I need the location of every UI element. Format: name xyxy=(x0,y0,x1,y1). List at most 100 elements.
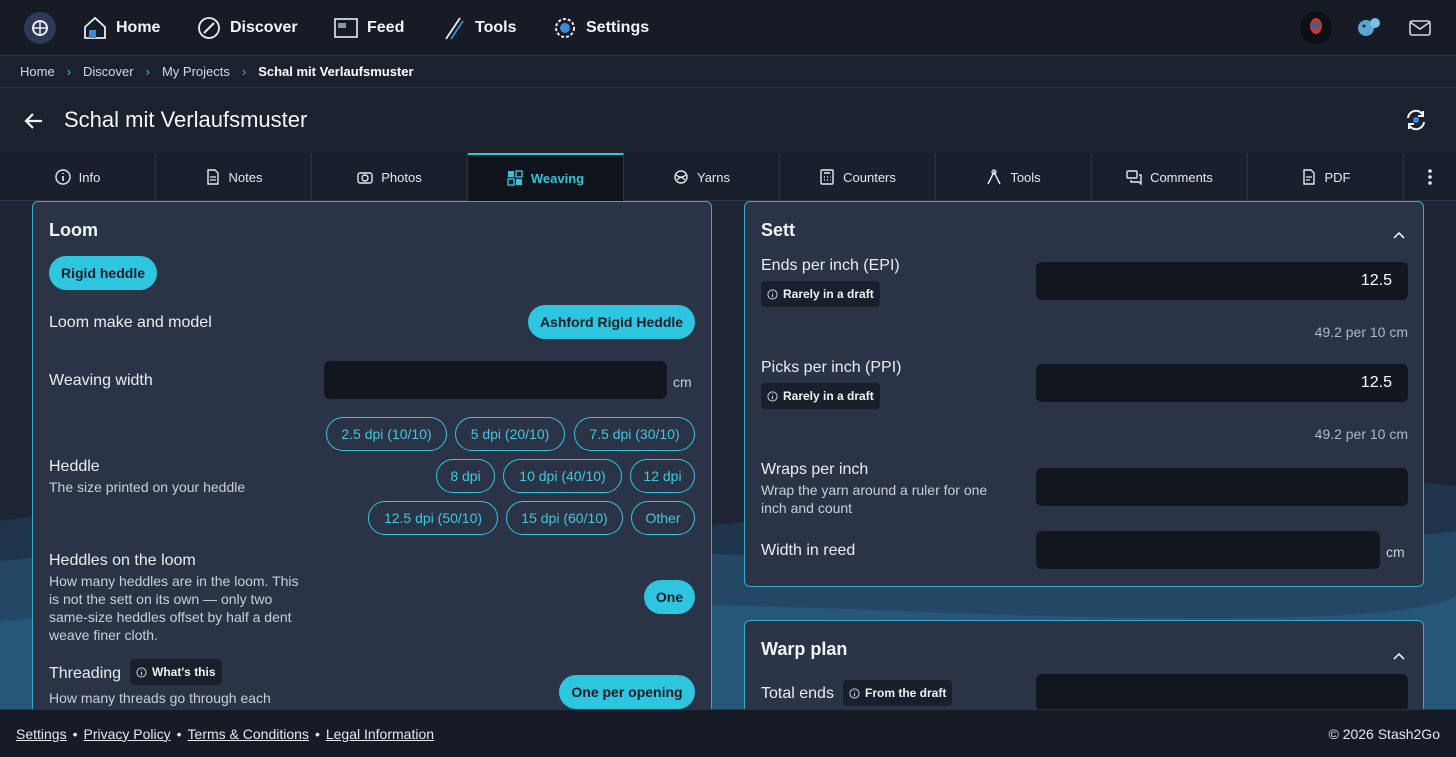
nav-tools-label: Tools xyxy=(475,19,517,36)
sett-card: Sett Ends per inch (EPI) Rarely in a dra… xyxy=(744,201,1424,587)
breadcrumb-home[interactable]: Home xyxy=(20,64,55,79)
footer-separator: • xyxy=(314,725,320,742)
project-tabs: Info Notes Photos Weaving Yarns Counters… xyxy=(0,153,1456,201)
tab-notes-label: Notes xyxy=(228,169,263,185)
width-in-reed-input[interactable] xyxy=(1036,531,1380,569)
tab-notes[interactable]: Notes xyxy=(156,153,312,201)
wpi-description-line: Wrap the yarn around a ruler for one xyxy=(761,482,988,498)
weaving-width-input[interactable] xyxy=(324,361,667,399)
total-ends-input[interactable] xyxy=(1036,674,1408,712)
title-bar: Schal mit Verlaufsmuster xyxy=(0,88,1456,154)
heddle-option[interactable]: Other xyxy=(631,501,695,535)
footer-legal-link[interactable]: Legal Information xyxy=(326,726,434,742)
chevron-right-icon: › xyxy=(66,64,72,79)
from-the-draft-tag[interactable]: From the draft xyxy=(843,680,953,706)
breadcrumb-discover[interactable]: Discover xyxy=(83,64,134,79)
top-navigation: Home Discover Feed Tools Settings xyxy=(0,0,1456,56)
rarely-in-draft-tag[interactable]: Rarely in a draft xyxy=(761,383,880,409)
tab-comments-label: Comments xyxy=(1150,169,1213,185)
loom-make-label: Loom make and model xyxy=(49,314,212,331)
whats-this-tag[interactable]: What's this xyxy=(130,659,222,685)
total-ends-label: Total ends xyxy=(761,685,834,702)
footer-privacy-link[interactable]: Privacy Policy xyxy=(84,726,171,742)
loom-type-chip[interactable]: Rigid heddle xyxy=(49,256,157,290)
chevron-up-icon[interactable] xyxy=(1393,231,1405,239)
back-arrow-icon[interactable] xyxy=(22,109,46,133)
needles-icon xyxy=(445,17,464,40)
warp-plan-title: Warp plan xyxy=(761,639,848,659)
heddle-option[interactable]: 10 dpi (40/10) xyxy=(503,459,622,493)
nav-tools[interactable]: Tools xyxy=(441,14,516,42)
chevron-up-icon[interactable] xyxy=(1393,652,1405,660)
threading-description: How many threads go through each xyxy=(49,690,271,706)
tab-yarns[interactable]: Yarns xyxy=(624,153,780,201)
nav-discover-label: Discover xyxy=(230,19,298,36)
tab-yarns-label: Yarns xyxy=(697,169,730,185)
yarn-icon xyxy=(674,170,688,184)
tab-weaving[interactable]: Weaving xyxy=(468,153,624,201)
nav-settings-label: Settings xyxy=(586,19,650,36)
tab-comments[interactable]: Comments xyxy=(1092,153,1248,201)
wpi-label: Wraps per inch xyxy=(761,461,869,478)
sync-icon[interactable] xyxy=(1404,108,1428,132)
nav-feed[interactable]: Feed xyxy=(333,14,404,42)
heddles-on-loom-description-line: same-size heddles offset by half a dent xyxy=(49,609,292,625)
nav-settings[interactable]: Settings xyxy=(552,14,649,42)
more-vertical-icon[interactable] xyxy=(1404,153,1456,201)
squirrel-icon[interactable] xyxy=(1352,12,1384,44)
epi-input[interactable]: 12.5 xyxy=(1036,262,1408,300)
comments-icon xyxy=(1126,170,1142,185)
heddle-option[interactable]: 12 dpi xyxy=(630,459,695,493)
threading-chip[interactable]: One per opening xyxy=(559,675,695,709)
heddle-option[interactable]: 7.5 dpi (30/10) xyxy=(574,417,695,451)
document-icon xyxy=(206,169,219,185)
sett-title: Sett xyxy=(761,220,796,240)
mail-icon[interactable] xyxy=(1404,12,1436,44)
gear-icon xyxy=(555,18,575,38)
avatar-icon[interactable] xyxy=(1300,12,1332,44)
threading-label: Threading xyxy=(49,665,122,682)
wpi-input[interactable] xyxy=(1036,468,1408,506)
heddle-option[interactable]: 15 dpi (60/10) xyxy=(506,501,623,535)
heddle-option[interactable]: 2.5 dpi (10/10) xyxy=(326,417,447,451)
tab-counters[interactable]: Counters xyxy=(780,153,936,201)
tab-info[interactable]: Info xyxy=(0,153,156,201)
tab-pdf[interactable]: PDF xyxy=(1248,153,1404,201)
footer: Settings • Privacy Policy • Terms & Cond… xyxy=(0,709,1456,757)
tab-tools[interactable]: Tools xyxy=(936,153,1092,201)
tab-weaving-label: Weaving xyxy=(530,170,585,186)
ppi-metric-hint: 49.2 per 10 cm xyxy=(1314,426,1408,442)
tab-info-label: Info xyxy=(78,169,101,185)
breadcrumb-my-projects[interactable]: My Projects xyxy=(162,64,230,79)
ppi-label: Picks per inch (PPI) xyxy=(761,359,902,376)
feed-icon xyxy=(334,18,358,38)
stash2go-logo-icon[interactable] xyxy=(24,12,56,44)
heddles-count-chip[interactable]: One xyxy=(644,580,695,614)
heddle-option[interactable]: 12.5 dpi (50/10) xyxy=(368,501,498,535)
nav-home[interactable]: Home xyxy=(82,14,160,42)
heddle-option[interactable]: 5 dpi (20/10) xyxy=(455,417,565,451)
rarely-in-draft-label: Rarely in a draft xyxy=(783,389,874,403)
heddles-on-loom-description-line: is not the sett on its own — only two xyxy=(49,591,273,607)
nav-discover[interactable]: Discover xyxy=(196,14,298,42)
chevron-right-icon: › xyxy=(145,64,150,79)
rarely-in-draft-tag[interactable]: Rarely in a draft xyxy=(761,281,880,307)
info-icon xyxy=(54,169,71,185)
tab-photos[interactable]: Photos xyxy=(312,153,468,201)
tab-tools-label: Tools xyxy=(1010,169,1041,185)
tools-icon xyxy=(987,169,1001,185)
tab-counters-label: Counters xyxy=(843,169,896,185)
footer-separator: • xyxy=(176,725,182,742)
loom-make-chip[interactable]: Ashford Rigid Heddle xyxy=(528,305,695,339)
ppi-input[interactable]: 12.5 xyxy=(1036,364,1408,402)
footer-settings-link[interactable]: Settings xyxy=(16,726,67,742)
info-icon xyxy=(136,666,147,678)
breadcrumb: Home › Discover › My Projects › Schal mi… xyxy=(0,56,1456,88)
epi-metric-hint: 49.2 per 10 cm xyxy=(1314,324,1408,340)
rarely-in-draft-label: Rarely in a draft xyxy=(783,287,874,301)
info-icon xyxy=(767,390,778,402)
footer-terms-link[interactable]: Terms & Conditions xyxy=(188,726,309,742)
heddle-option[interactable]: 8 dpi xyxy=(436,459,495,493)
pdf-icon xyxy=(1302,169,1315,185)
footer-copyright: © 2026 Stash2Go xyxy=(1328,726,1440,742)
